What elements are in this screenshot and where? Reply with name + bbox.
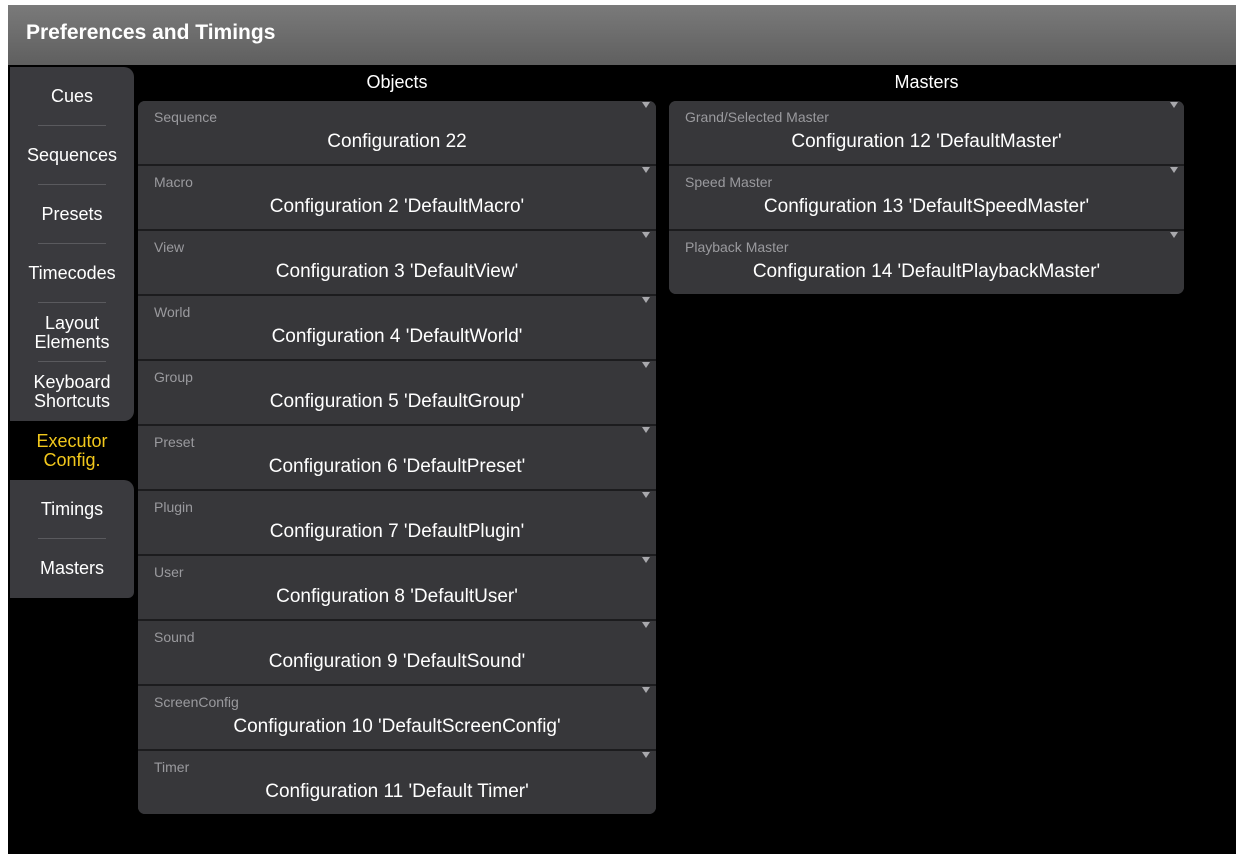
field-label: Playback Master [685,239,789,255]
field-value: Configuration 11 'Default Timer' [265,781,529,802]
group-config-select[interactable]: Group Configuration 5 'DefaultGroup' [138,359,656,424]
tab-keyboard-shortcuts[interactable]: Keyboard Shortcuts [10,362,134,421]
macro-config-select[interactable]: Macro Configuration 2 'DefaultMacro' [138,164,656,229]
tab-label: Layout Elements [34,312,110,352]
field-label: Sound [154,629,195,645]
tab-label: Executor Config. [36,430,108,470]
dropdown-arrow-icon [1170,167,1178,173]
playback-master-config-select[interactable]: Playback Master Configuration 14 'Defaul… [669,229,1184,294]
field-label: ScreenConfig [154,694,239,710]
field-value: Configuration 3 'DefaultView' [275,261,519,282]
category-tabs: Cues Sequences Presets Timecodes Layout … [10,67,134,598]
field-value: Configuration 13 'DefaultSpeedMaster' [763,196,1090,217]
field-label: World [154,304,191,320]
field-label: User [154,564,184,580]
field-value: Configuration 9 'DefaultSound' [268,651,526,672]
tab-masters[interactable]: Masters [10,539,134,598]
tab-layout-elements[interactable]: Layout Elements [10,303,134,362]
tab-label: Cues [50,86,94,106]
screenconfig-config-select[interactable]: ScreenConfig Configuration 10 'DefaultSc… [138,684,656,749]
plugin-config-select[interactable]: Plugin Configuration 7 'DefaultPlugin' [138,489,656,554]
sequence-config-select[interactable]: Sequence Configuration 22 [138,101,656,164]
dropdown-arrow-icon [642,232,650,238]
tab-label: Sequences [26,145,118,165]
preferences-window: Preferences and Timings Cues Sequences P… [8,5,1236,854]
field-value: Configuration 22 [327,131,467,152]
dropdown-arrow-icon [642,427,650,433]
field-value: Configuration 8 'DefaultUser' [276,586,518,607]
field-label: Sequence [154,109,218,125]
objects-header: Objects [366,72,428,92]
tab-label: Keyboard Shortcuts [33,371,111,411]
field-value: Configuration 10 'DefaultScreenConfig' [233,716,561,737]
preset-config-select[interactable]: Preset Configuration 6 'DefaultPreset' [138,424,656,489]
masters-header: Masters [894,72,959,92]
tab-cues[interactable]: Cues [10,67,134,126]
field-label: View [154,239,185,255]
world-config-select[interactable]: World Configuration 4 'DefaultWorld' [138,294,656,359]
sound-config-select[interactable]: Sound Configuration 9 'DefaultSound' [138,619,656,684]
dropdown-arrow-icon [642,102,650,108]
field-label: Plugin [154,499,193,515]
dropdown-arrow-icon [642,362,650,368]
title-bar: Preferences and Timings [8,5,1236,65]
field-label: Preset [154,434,195,450]
tab-label: Presets [41,204,103,224]
tab-label: Timecodes [28,263,116,283]
field-value: Configuration 5 'DefaultGroup' [269,391,525,412]
field-value: Configuration 7 'DefaultPlugin' [269,521,525,542]
tab-executor-config[interactable]: Executor Config. [10,421,134,480]
timer-config-select[interactable]: Timer Configuration 11 'Default Timer' [138,749,656,814]
tab-label: Timings [40,499,104,519]
tab-timings[interactable]: Timings [10,480,134,539]
field-label: Timer [154,759,190,775]
field-value: Configuration 2 'DefaultMacro' [269,196,525,217]
dropdown-arrow-icon [642,167,650,173]
field-label: Grand/Selected Master [685,109,829,125]
dropdown-arrow-icon [642,752,650,758]
tab-timecodes[interactable]: Timecodes [10,244,134,303]
dropdown-arrow-icon [642,297,650,303]
grand-master-config-select[interactable]: Grand/Selected Master Configuration 12 '… [669,101,1184,164]
tab-sequences[interactable]: Sequences [10,126,134,185]
masters-panel: Grand/Selected Master Configuration 12 '… [669,101,1184,294]
field-label: Group [154,369,193,385]
field-value: Configuration 14 'DefaultPlaybackMaster' [752,261,1101,282]
dropdown-arrow-icon [642,687,650,693]
dropdown-arrow-icon [642,557,650,563]
dropdown-arrow-icon [642,492,650,498]
view-config-select[interactable]: View Configuration 3 'DefaultView' [138,229,656,294]
dropdown-arrow-icon [1170,232,1178,238]
field-value: Configuration 12 'DefaultMaster' [791,131,1062,152]
speed-master-config-select[interactable]: Speed Master Configuration 13 'DefaultSp… [669,164,1184,229]
field-value: Configuration 6 'DefaultPreset' [268,456,526,477]
objects-panel: Sequence Configuration 22 Macro Configur… [138,101,656,814]
dropdown-arrow-icon [642,622,650,628]
tab-presets[interactable]: Presets [10,185,134,244]
field-label: Macro [154,174,193,190]
user-config-select[interactable]: User Configuration 8 'DefaultUser' [138,554,656,619]
window-title: Preferences and Timings [26,21,276,44]
tab-label: Masters [39,558,104,578]
dropdown-arrow-icon [1170,102,1178,108]
field-label: Speed Master [685,174,773,190]
field-value: Configuration 4 'DefaultWorld' [271,326,523,347]
